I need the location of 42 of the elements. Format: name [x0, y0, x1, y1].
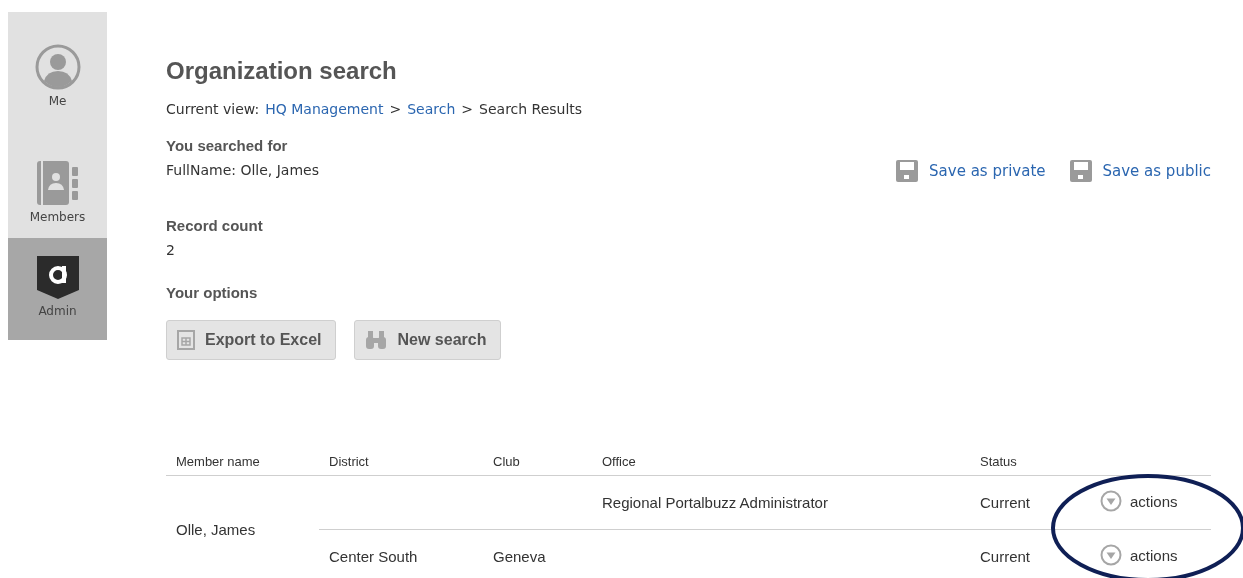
- contact-book-icon: [34, 160, 81, 206]
- sidebar-item[interactable]: Me: [8, 12, 107, 134]
- table-cell: Current: [980, 548, 1031, 565]
- person-icon: [34, 44, 81, 90]
- column-header: Office: [592, 454, 970, 476]
- section-label: Your options: [166, 284, 259, 301]
- binoculars-icon: [365, 330, 388, 350]
- save-link[interactable]: Save as public: [1069, 159, 1211, 183]
- table-cell: Olle, James: [176, 521, 256, 538]
- table-cell: Current: [980, 494, 1031, 511]
- actions-link[interactable]: actions: [1100, 544, 1178, 566]
- admin-shield-icon: [34, 254, 81, 300]
- section-label: Record count: [166, 217, 264, 234]
- sidebar-label: Me: [48, 94, 67, 108]
- option-button[interactable]: Export to Excel: [166, 320, 337, 360]
- table-cell: Geneva: [493, 548, 546, 565]
- dropdown-circle-icon: [1100, 490, 1122, 512]
- breadcrumb-separator: >: [389, 101, 402, 117]
- column-header: Status: [970, 454, 1090, 476]
- section-label: You searched for: [166, 137, 289, 154]
- sidebar-item[interactable]: Members: [8, 134, 107, 238]
- breadcrumb-separator: >: [461, 101, 474, 117]
- sidebar-label: Members: [29, 210, 86, 224]
- option-button[interactable]: New search: [354, 320, 502, 360]
- save-link[interactable]: Save as private: [896, 159, 1046, 183]
- column-header: Member name: [166, 454, 319, 476]
- dropdown-circle-icon: [1100, 544, 1122, 566]
- actions-link[interactable]: actions: [1100, 490, 1178, 512]
- breadcrumb-link[interactable]: HQ Management: [265, 101, 384, 117]
- search-criteria: FullName: Olle, James: [166, 162, 319, 178]
- table-cell: Regional Portalbuzz Administrator: [602, 494, 828, 511]
- column-header: District: [319, 454, 483, 476]
- spreadsheet-icon: [177, 330, 195, 350]
- column-header: Club: [483, 454, 592, 476]
- breadcrumb-prefix: Current view:: [166, 101, 260, 117]
- breadcrumb-current: Search Results: [479, 101, 583, 117]
- table-cell: Center South: [329, 548, 418, 565]
- record-count: 2: [166, 242, 176, 258]
- sidebar-item[interactable]: Admin: [8, 238, 107, 340]
- breadcrumb-link[interactable]: Search: [407, 101, 456, 117]
- page-title: Organization search: [166, 57, 398, 85]
- sidebar-label: Admin: [38, 304, 77, 318]
